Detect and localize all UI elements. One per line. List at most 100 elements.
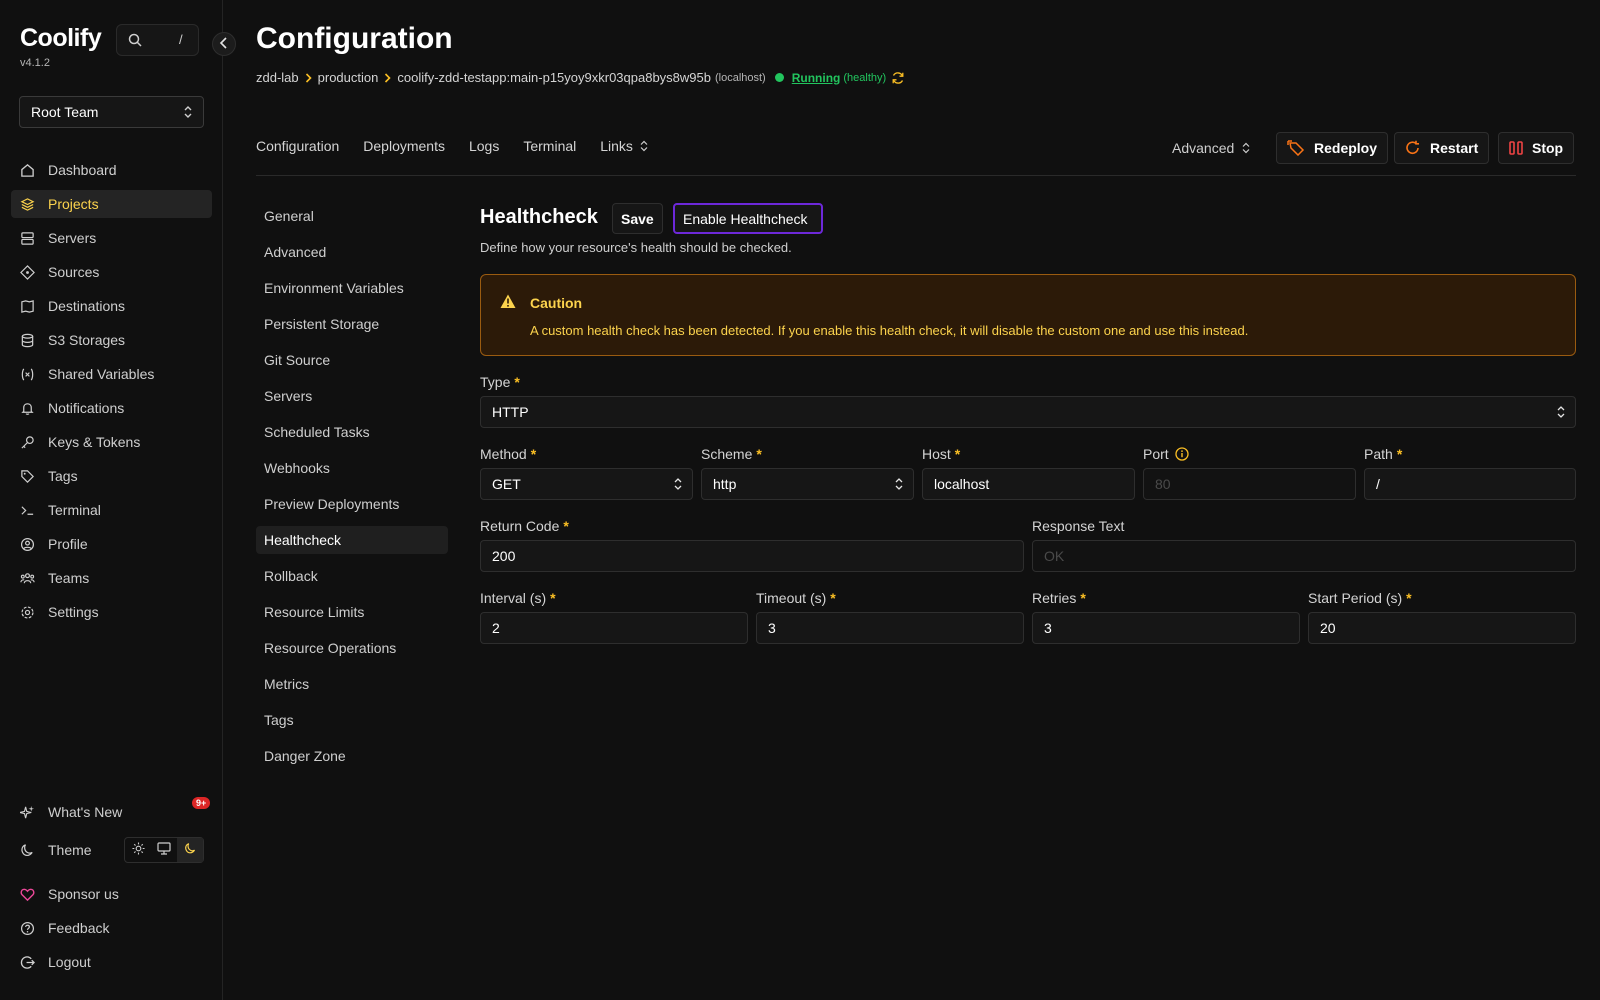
chevron-updown-icon (1242, 142, 1250, 154)
submenu-tags[interactable]: Tags (256, 706, 448, 734)
info-icon[interactable] (1175, 447, 1189, 461)
team-select[interactable]: Root Team (19, 96, 204, 128)
required-mark: * (1396, 446, 1403, 462)
port-input[interactable]: 80 (1143, 468, 1356, 500)
sidebar-item-whats-new[interactable]: What's New (11, 798, 212, 826)
interval-input[interactable]: 2 (480, 612, 748, 644)
submenu-webhooks[interactable]: Webhooks (256, 454, 448, 482)
sidebar-item-label: Terminal (48, 502, 101, 518)
variable-icon (20, 367, 35, 382)
sidebar-item-sources[interactable]: Sources (11, 258, 212, 286)
app-logo[interactable]: Coolify (20, 24, 102, 53)
theme-system-button[interactable] (151, 838, 177, 862)
sidebar-item-label: Tags (48, 468, 78, 484)
monitor-icon (157, 842, 171, 858)
tab-terminal[interactable]: Terminal (523, 138, 576, 154)
retries-input[interactable]: 3 (1032, 612, 1300, 644)
tab-logs[interactable]: Logs (469, 138, 499, 154)
sidebar-item-servers[interactable]: Servers (11, 224, 212, 252)
submenu-rollback[interactable]: Rollback (256, 562, 448, 590)
sidebar-item-notifications[interactable]: Notifications (11, 394, 212, 422)
restart-button[interactable]: Restart (1394, 132, 1490, 164)
timeout-input[interactable]: 3 (756, 612, 1024, 644)
scheme-select[interactable]: http (701, 468, 914, 500)
submenu-environment-variables[interactable]: Environment Variables (256, 274, 448, 302)
breadcrumb-resource[interactable]: coolify-zdd-testapp:main-p15yoy9xkr03qpa… (397, 70, 711, 85)
health-status: (healthy) (843, 71, 887, 84)
submenu-resource-limits[interactable]: Resource Limits (256, 598, 448, 626)
redeploy-button[interactable]: Redeploy (1276, 132, 1389, 164)
sidebar-item-label: Shared Variables (48, 366, 155, 382)
sidebar-item-terminal[interactable]: Terminal (11, 496, 212, 524)
refresh-icon[interactable] (891, 71, 905, 85)
tab-configuration[interactable]: Configuration (256, 138, 339, 154)
sidebar-item-keys-tokens[interactable]: Keys & Tokens (11, 428, 212, 456)
database-icon (20, 333, 35, 348)
sidebar-item-s3-storages[interactable]: S3 Storages (11, 326, 212, 354)
submenu-metrics[interactable]: Metrics (256, 670, 448, 698)
sidebar-item-profile[interactable]: Profile (11, 530, 212, 558)
theme-dark-button[interactable] (177, 838, 203, 862)
submenu-scheduled-tasks[interactable]: Scheduled Tasks (256, 418, 448, 446)
help-icon (20, 921, 35, 936)
submenu-danger-zone[interactable]: Danger Zone (256, 742, 448, 770)
breadcrumb-project[interactable]: zdd-lab (256, 70, 299, 85)
sidebar-item-label: Destinations (48, 298, 126, 314)
stop-button[interactable]: Stop (1498, 132, 1575, 164)
required-mark: * (530, 446, 537, 462)
method-select[interactable]: GET (480, 468, 693, 500)
sidebar-item-logout[interactable]: Logout (11, 948, 212, 976)
response-text-input[interactable]: OK (1032, 540, 1576, 572)
terminal-icon (20, 503, 35, 518)
restart-label: Restart (1430, 140, 1479, 156)
theme-switcher (124, 837, 204, 863)
scheme-label-text: Scheme (701, 446, 753, 462)
theme-light-button[interactable] (125, 838, 151, 862)
key-icon (20, 435, 35, 450)
submenu-healthcheck[interactable]: Healthcheck (256, 526, 448, 554)
search-icon (128, 33, 142, 50)
submenu-general[interactable]: General (256, 202, 448, 230)
save-button[interactable]: Save (612, 203, 663, 234)
sidebar-item-destinations[interactable]: Destinations (11, 292, 212, 320)
timeout-label-text: Timeout (s) (756, 590, 827, 606)
type-select[interactable]: HTTP (480, 396, 1576, 428)
submenu-resource-operations[interactable]: Resource Operations (256, 634, 448, 662)
submenu-persistent-storage[interactable]: Persistent Storage (256, 310, 448, 338)
search-button[interactable]: / (116, 24, 199, 56)
advanced-dropdown[interactable]: Advanced (1172, 140, 1250, 156)
sidebar-item-label: Servers (48, 230, 97, 246)
return-code-input[interactable]: 200 (480, 540, 1024, 572)
sidebar-item-sponsor[interactable]: Sponsor us (11, 880, 212, 908)
sidebar-item-shared-variables[interactable]: Shared Variables (11, 360, 212, 388)
sidebar-item-projects[interactable]: Projects (11, 190, 212, 218)
submenu-servers[interactable]: Servers (256, 382, 448, 410)
sidebar-footer-nav: Sponsor us Feedback Logout (11, 880, 212, 982)
sidebar-item-tags[interactable]: Tags (11, 462, 212, 490)
chevron-right-icon (384, 72, 391, 83)
return-code-label: Return Code * (480, 518, 569, 534)
submenu-advanced[interactable]: Advanced (256, 238, 448, 266)
sidebar-item-label: Teams (48, 570, 90, 586)
start-period-input[interactable]: 20 (1308, 612, 1576, 644)
tab-links-label: Links (600, 138, 633, 154)
sidebar-item-teams[interactable]: Teams (11, 564, 212, 592)
path-input[interactable]: / (1364, 468, 1576, 500)
tab-links[interactable]: Links (600, 138, 648, 154)
submenu-git-source[interactable]: Git Source (256, 346, 448, 374)
host-label: Host * (922, 446, 960, 462)
submenu-preview-deployments[interactable]: Preview Deployments (256, 490, 448, 518)
sidebar-item-dashboard[interactable]: Dashboard (11, 156, 212, 184)
enable-healthcheck-button[interactable]: Enable Healthcheck (673, 203, 823, 234)
sidebar-item-settings[interactable]: Settings (11, 598, 212, 626)
sidebar-item-feedback[interactable]: Feedback (11, 914, 212, 942)
host-input[interactable]: localhost (922, 468, 1135, 500)
breadcrumb-environment[interactable]: production (318, 70, 379, 85)
status-running-link[interactable]: Running (792, 71, 841, 85)
collapse-sidebar-button[interactable] (212, 32, 236, 56)
sidebar: Coolify v4.1.2 / Root Team Dashboard Pro… (0, 0, 223, 1000)
tab-deployments[interactable]: Deployments (363, 138, 445, 154)
sidebar-item-label: Sources (48, 264, 100, 280)
chevron-right-icon (305, 72, 312, 83)
sidebar-item-label: Logout (48, 954, 91, 970)
